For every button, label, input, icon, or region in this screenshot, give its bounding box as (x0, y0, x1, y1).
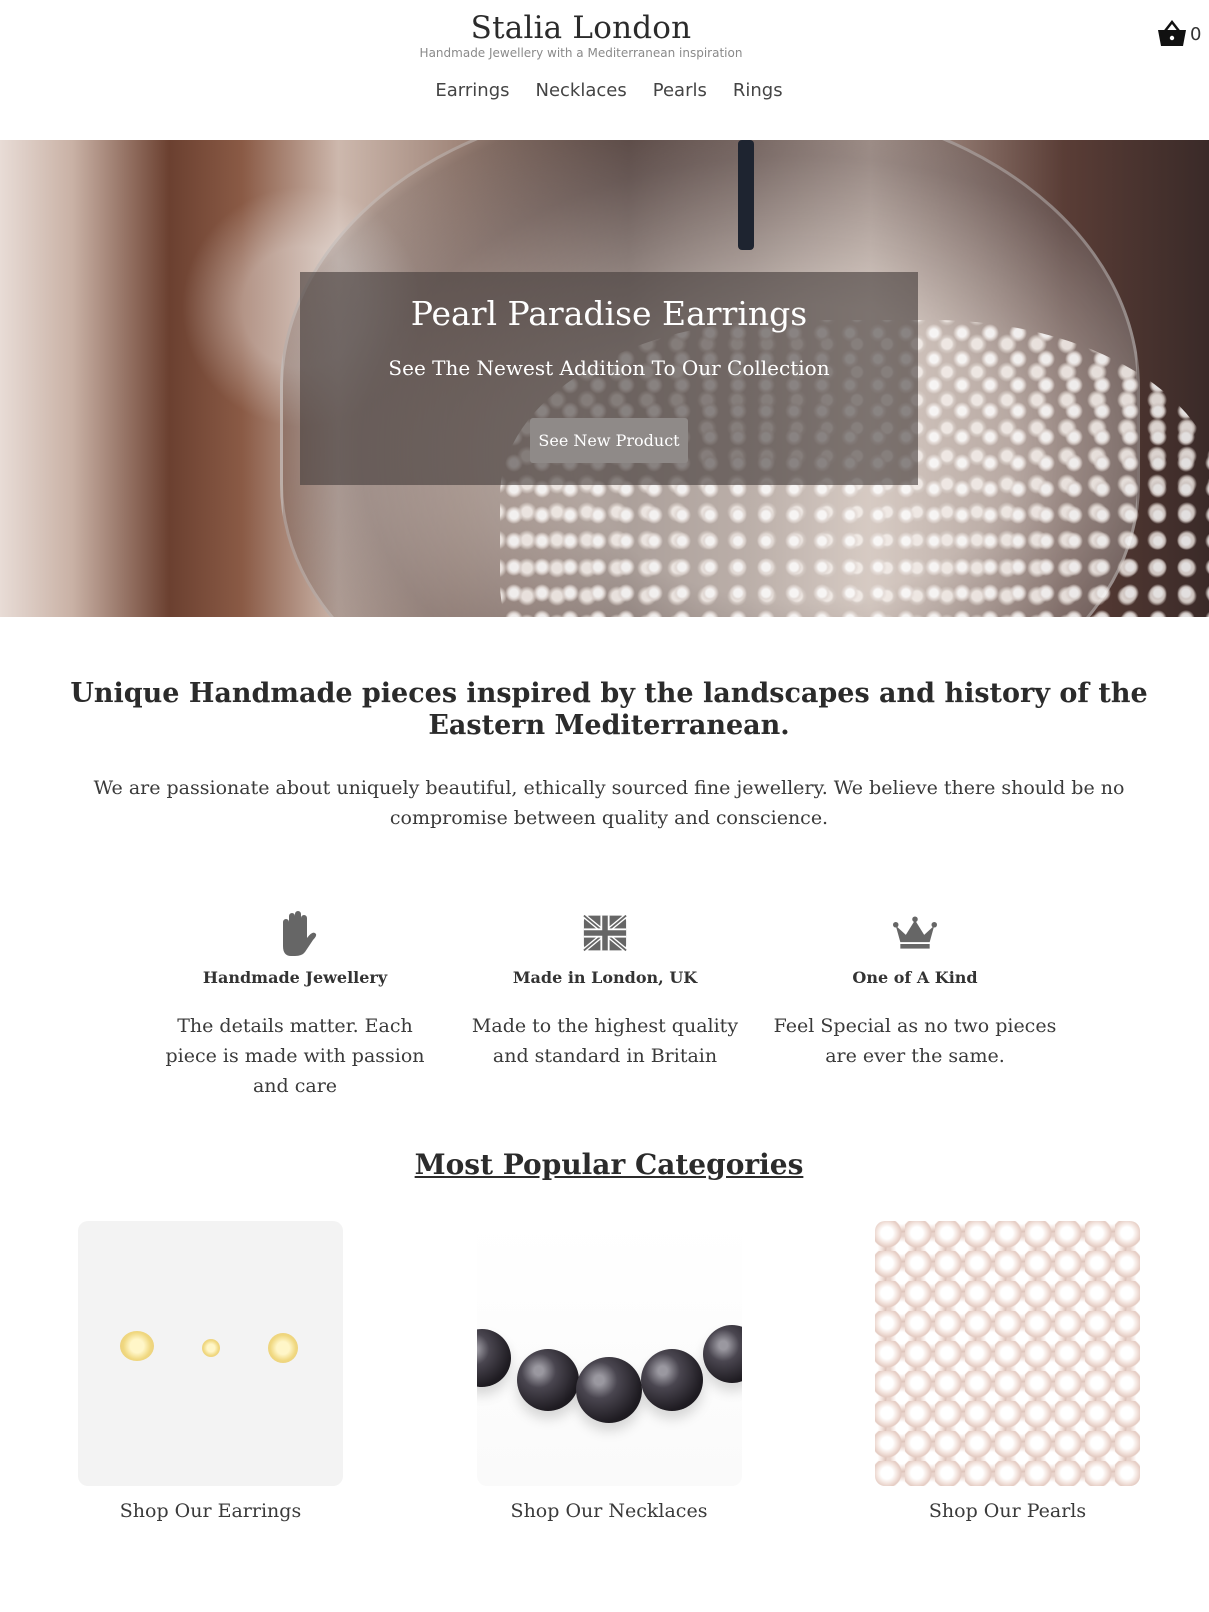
earrings-image[interactable] (78, 1221, 343, 1486)
feature-title: One of A Kind (852, 968, 978, 987)
basket-icon (1158, 19, 1186, 46)
hero-overlay: Pearl Paradise Earrings See The Newest A… (300, 272, 918, 485)
nav-item-pearls[interactable]: Pearls (653, 80, 707, 101)
category-label[interactable]: Shop Our Pearls (875, 1500, 1140, 1522)
category-label[interactable]: Shop Our Earrings (78, 1500, 343, 1522)
crown-icon (893, 916, 937, 949)
feature-made-in-london: Made in London, UK Made to the highest q… (460, 908, 750, 1101)
feature-one-of-a-kind: One of A Kind Feel Special as no two pie… (770, 908, 1060, 1101)
necklace-bead (476, 1329, 511, 1387)
hero-title: Pearl Paradise Earrings (410, 294, 808, 333)
category-pearls[interactable]: Shop Our Pearls (875, 1221, 1140, 1522)
necklace-bead (640, 1349, 703, 1411)
cart-count: 0 (1190, 23, 1202, 45)
hero-subtitle: See The Newest Addition To Our Collectio… (388, 356, 830, 380)
site-title[interactable]: Stalia London (0, 8, 1162, 48)
cart-button[interactable]: 0 (1156, 18, 1201, 50)
main-nav: Earrings Necklaces Pearls Rings (0, 80, 1209, 101)
necklace-bead (516, 1349, 579, 1411)
hero-banner: Pearl Paradise Earrings See The Newest A… (0, 140, 1209, 617)
nav-item-rings[interactable]: Rings (733, 80, 783, 101)
category-earrings[interactable]: Shop Our Earrings (78, 1221, 343, 1522)
earring-stud (120, 1331, 154, 1361)
necklace-bead (702, 1325, 742, 1383)
feature-title: Made in London, UK (512, 968, 698, 987)
features: Handmade Jewellery The details matter. E… (150, 908, 1060, 1101)
site-header: Stalia London Handmade Jewellery with a … (0, 0, 1209, 140)
see-new-product-button[interactable]: See New Product (530, 418, 688, 463)
hand-icon (283, 911, 317, 956)
feature-handmade: Handmade Jewellery The details matter. E… (150, 908, 440, 1101)
category-label[interactable]: Shop Our Necklaces (477, 1500, 742, 1522)
earring-stud (268, 1333, 298, 1363)
intro-text: We are passionate about uniquely beautif… (93, 777, 1125, 829)
categories-grid: Shop Our Earrings Shop Our Necklaces Sho… (78, 1221, 1140, 1522)
feature-title: Handmade Jewellery (202, 968, 388, 987)
feature-text: Made to the highest quality and standard… (471, 1015, 739, 1067)
category-necklaces[interactable]: Shop Our Necklaces (476, 1221, 742, 1522)
intro-heading: Unique Handmade pieces inspired by the l… (70, 678, 1148, 741)
necklace-bead (575, 1357, 642, 1423)
union-jack-flag-icon (583, 913, 627, 953)
nav-item-earrings[interactable]: Earrings (435, 80, 509, 101)
nav-item-necklaces[interactable]: Necklaces (536, 80, 627, 101)
hero-stem-image (738, 140, 754, 250)
categories-heading: Most Popular Categories (414, 1148, 804, 1181)
feature-text: The details matter. Each piece is made w… (165, 1015, 425, 1097)
feature-text: Feel Special as no two pieces are ever t… (773, 1015, 1057, 1067)
pearls-image[interactable] (875, 1221, 1140, 1486)
site-tagline: Handmade Jewellery with a Mediterranean … (419, 46, 743, 60)
earring-stud (202, 1339, 220, 1357)
brand[interactable]: Stalia London Handmade Jewellery with a … (0, 8, 1162, 60)
necklace-image[interactable] (476, 1221, 742, 1486)
